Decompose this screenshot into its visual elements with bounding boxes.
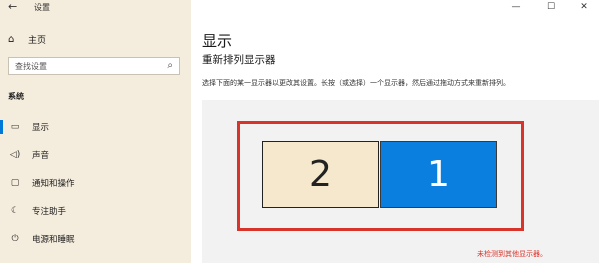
home-icon: ⌂	[8, 33, 15, 45]
moon-icon: ☾	[10, 206, 20, 216]
monitor-number: 2	[309, 154, 332, 195]
sidebar-item-label: 主页	[28, 36, 47, 46]
monitor-1-tile[interactable]: 1	[380, 141, 497, 208]
monitor-2-tile[interactable]: 2	[262, 141, 379, 208]
no-display-warning: 未检测到其他显示器。	[477, 250, 547, 258]
sidebar: ← 设置 ⌂ 主页 查找设置 ⌕ 系统 ▭ 显示 ◁) 声音 ▢ 通知和操作 ☾…	[0, 0, 191, 263]
search-placeholder: 查找设置	[15, 62, 47, 71]
title-bar: ← 设置	[0, 0, 191, 16]
sidebar-item-label: 显示	[32, 123, 50, 133]
minimize-button[interactable]: —	[501, 0, 531, 14]
monitor-icon: ▭	[10, 122, 20, 132]
sidebar-item-power-sleep[interactable]: ⏻ 电源和睡眠	[0, 229, 191, 249]
settings-window: ← 设置 ⌂ 主页 查找设置 ⌕ 系统 ▭ 显示 ◁) 声音 ▢ 通知和操作 ☾…	[0, 0, 601, 263]
sidebar-item-label: 电源和睡眠	[32, 235, 75, 245]
monitor-number: 1	[427, 154, 450, 195]
notification-icon: ▢	[10, 178, 20, 188]
sidebar-item-home[interactable]: ⌂ 主页	[8, 33, 46, 46]
sidebar-item-display[interactable]: ▭ 显示	[0, 117, 191, 137]
search-icon: ⌕	[167, 60, 173, 71]
section-subtitle: 重新排列显示器	[202, 54, 276, 66]
app-title: 设置	[34, 3, 50, 12]
sidebar-item-label: 通知和操作	[32, 179, 75, 189]
page-title: 显示	[202, 32, 233, 50]
sidebar-item-notifications[interactable]: ▢ 通知和操作	[0, 173, 191, 193]
instructions-text: 选择下面的某一显示器以更改其设置。长按（或选择）一个显示器，然后通过拖动方式来重…	[202, 79, 510, 87]
sidebar-item-sound[interactable]: ◁) 声音	[0, 145, 191, 165]
close-button[interactable]: ✕	[569, 0, 599, 14]
sidebar-item-label: 声音	[32, 151, 50, 161]
sidebar-item-focus-assist[interactable]: ☾ 专注助手	[0, 201, 191, 221]
sidebar-item-label: 专注助手	[32, 207, 67, 217]
active-indicator	[0, 120, 3, 134]
main-content: — ☐ ✕ 显示 重新排列显示器 选择下面的某一显示器以更改其设置。长按（或选择…	[191, 0, 601, 263]
search-input[interactable]: 查找设置 ⌕	[8, 57, 180, 75]
back-arrow-icon[interactable]: ←	[8, 1, 17, 12]
speaker-icon: ◁)	[9, 150, 21, 160]
power-icon: ⏻	[11, 234, 19, 244]
section-heading: 系统	[8, 92, 24, 101]
maximize-button[interactable]: ☐	[536, 0, 566, 14]
